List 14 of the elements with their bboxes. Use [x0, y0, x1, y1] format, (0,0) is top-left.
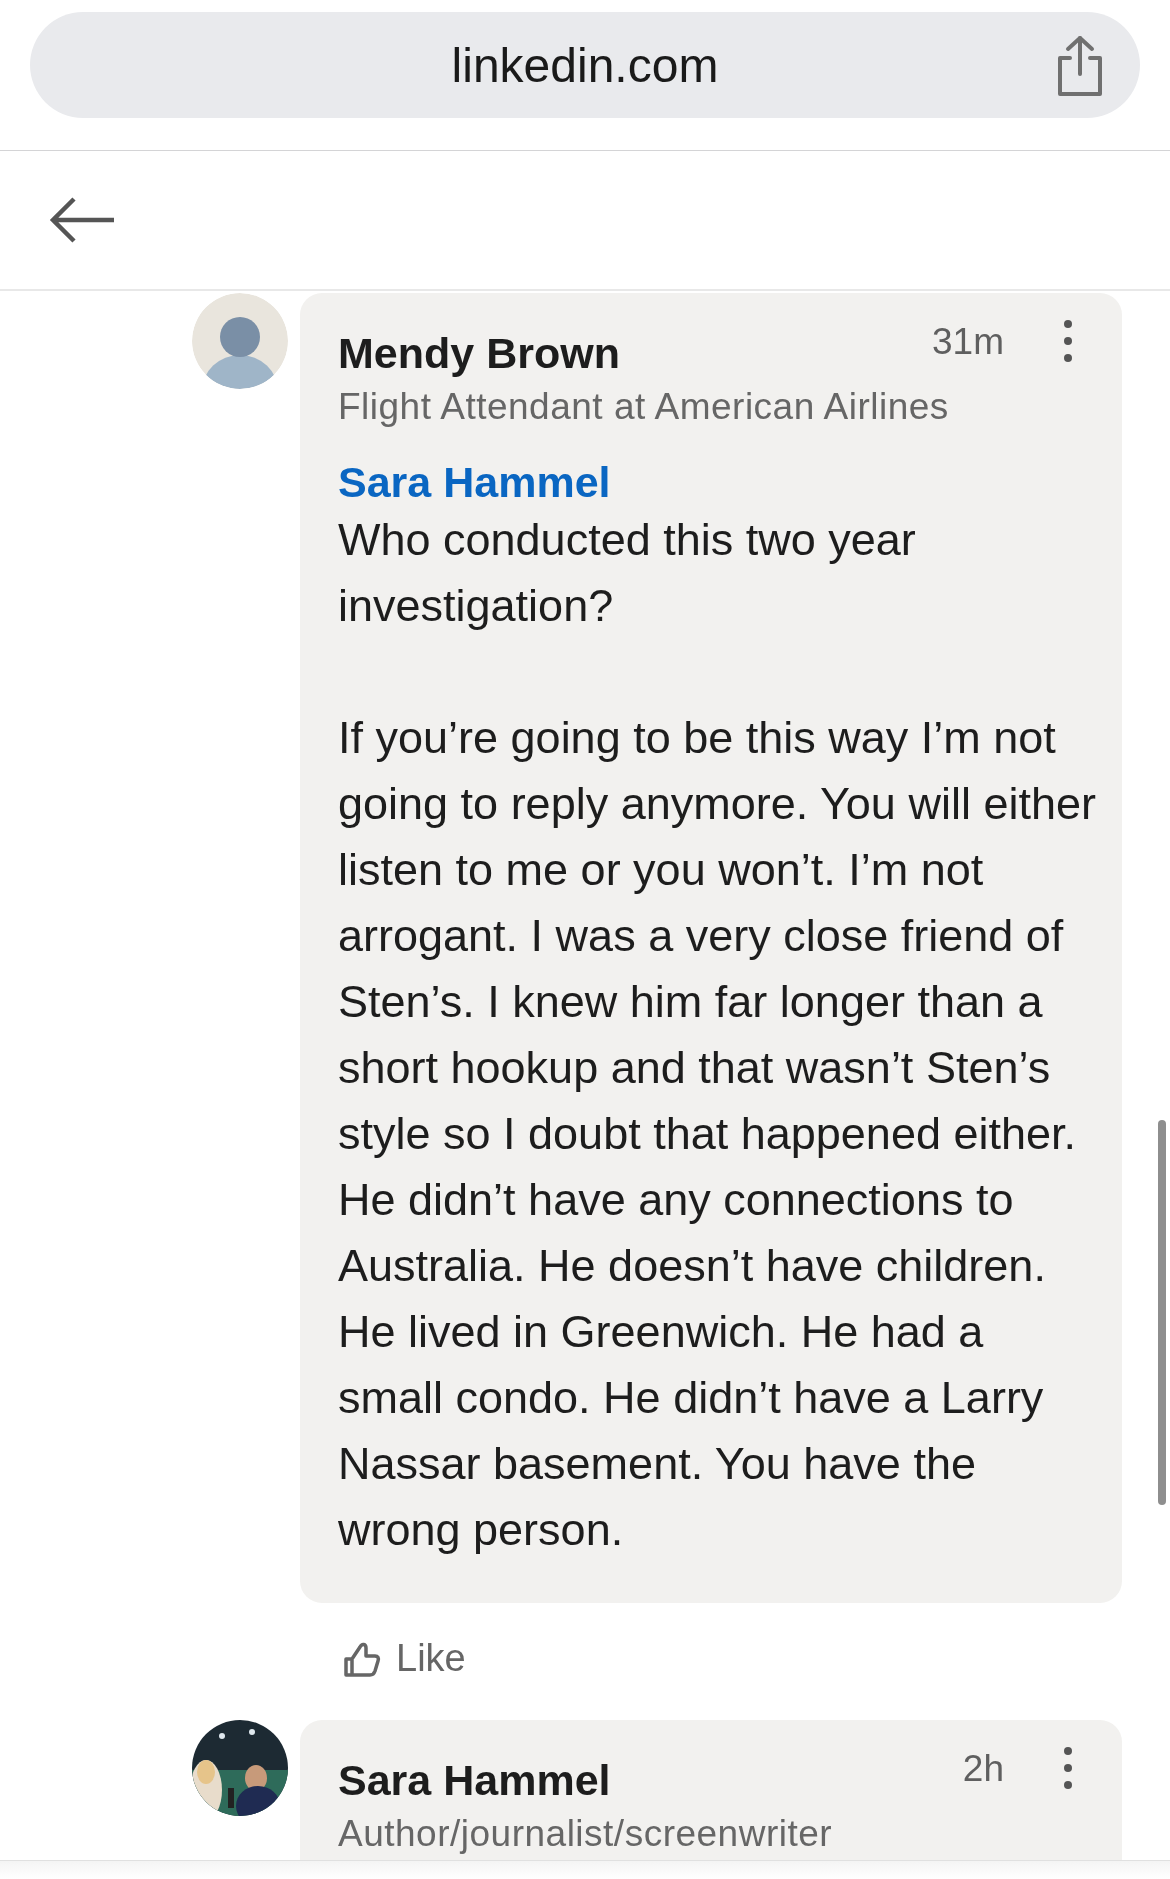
address-bar[interactable]: linkedin.com	[30, 12, 1140, 118]
like-button[interactable]: Like	[342, 1637, 466, 1680]
comment-time: 2h	[962, 1748, 1004, 1790]
scrollbar[interactable]	[1158, 1120, 1166, 1505]
comment-text: Who conducted this two year investigation?	[338, 513, 917, 633]
url-text: linkedin.com	[451, 37, 719, 93]
avatar-icon	[192, 293, 288, 389]
comment-text: If you’re going to be this way I’m not going to reply anymore. You will either listen to me or you won’t. I’m not arrogant. I was a very close friend of Sten’s. I knew him far longer than a short hookup and that wasn’t Sten’s style so I doubt that happened either. He didn’t have any connections to Australia. He doesn’t have children. He lived in Greenwich. He had a small condo. He didn’t have a Larry Nassar basement. You have the wrong person.	[338, 711, 1097, 1557]
comment-time: 31m	[932, 321, 1004, 363]
author-name: Mendy Brown	[338, 329, 620, 378]
author-name: Sara Hammel	[338, 1756, 611, 1805]
author-headline: Author/journalist/screenwriter	[338, 1813, 834, 1855]
mention-link[interactable]: Sara Hammel	[338, 458, 611, 507]
author-headline: Flight Attendant at American Airlines	[338, 386, 950, 428]
